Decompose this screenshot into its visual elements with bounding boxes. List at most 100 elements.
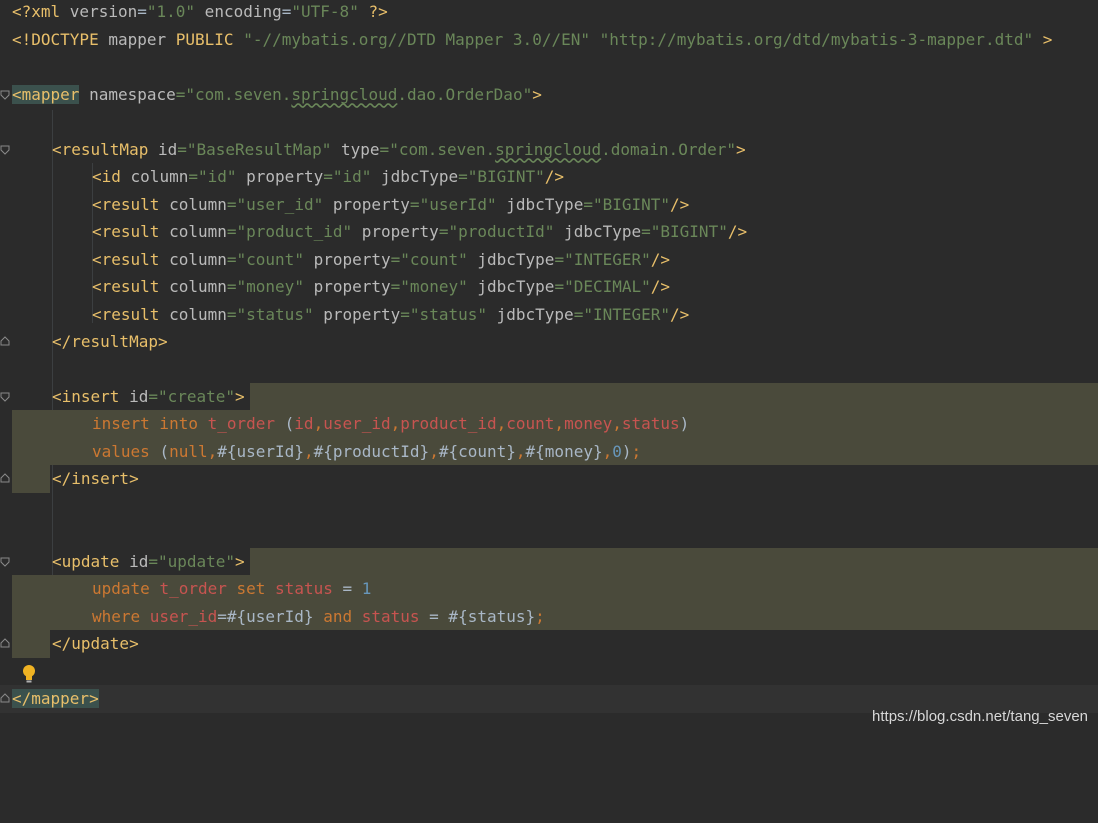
attr-jdbctype: jdbcType [486,304,574,324]
value-encoding: "UTF-8" [291,2,359,21]
equals: = [148,551,158,571]
code-line-17[interactable]: values (null,#{userId},#{productId},#{co… [0,437,1098,465]
equals: = [148,386,158,406]
sql-keyword: and [323,606,362,626]
number: 1 [361,579,372,598]
code-line-11[interactable]: <result column="money" property="money" … [0,273,1098,301]
value-property: "userId" [419,194,497,214]
param: #{userId} [217,441,304,461]
equals: = [573,304,584,324]
equals: = [188,167,198,186]
fold-icon[interactable] [0,392,10,402]
type-value: .domain.Order" [601,139,736,159]
code-line-1[interactable]: <?xml version="1.0" encoding="UTF-8" ?> [0,0,1098,26]
attr-encoding: encoding [195,2,282,21]
code-line-18[interactable]: </insert> [0,465,1098,493]
equals: = [226,222,237,241]
equals: = [379,139,390,159]
code-line-23[interactable]: where user_id=#{userId} and status = #{s… [0,602,1098,630]
code-line-13[interactable]: </resultMap> [0,328,1098,356]
tag-close: > [735,139,746,159]
attr-column: column [159,249,227,269]
equals: = [409,194,420,214]
attr-id: id [119,386,149,406]
attr-version: version [69,2,138,21]
injected-sql-highlight [250,382,1098,410]
code-line-7[interactable]: <id column="id" property="id" jdbcType="… [0,163,1098,191]
code-line-24[interactable]: </update> [0,630,1098,658]
result-tag: <result [92,304,160,324]
sql-keyword: values [92,441,160,461]
mapper-open-tag: <mapper [12,84,80,104]
fold-icon[interactable] [0,145,10,155]
attr-jdbctype: jdbcType [554,222,642,241]
doctype-public-id: "-//mybatis.org//DTD Mapper 3.0//EN" [243,29,590,49]
doctype-public: PUBLIC [175,29,244,49]
value-id: "BaseResultMap" [186,139,332,159]
paren: ( [159,441,170,461]
code-line-4[interactable]: <mapper namespace="com.seven.springcloud… [0,81,1098,109]
insert-close-tag: </insert> [52,469,139,488]
attr-jdbctype: jdbcType [467,277,555,296]
code-line-21[interactable]: <update id="update"> [0,547,1098,575]
equals: = [554,249,565,269]
doctype-close: > [1033,29,1053,49]
sql-column: user_id [149,606,218,626]
tag-close: > [235,551,245,571]
resultmap-open-tag: <resultMap [52,139,149,159]
sql-column: product_id [400,414,497,433]
attr-jdbctype: jdbcType [496,194,584,214]
code-line-6[interactable]: <resultMap id="BaseResultMap" type="com.… [0,136,1098,164]
code-line-2[interactable]: <!DOCTYPE mapper PUBLIC "-//mybatis.org/… [0,26,1098,54]
equals: = [554,277,565,296]
code-line-8[interactable]: <result column="user_id" property="userI… [0,191,1098,219]
param: #{money} [525,441,603,461]
semicolon: ; [535,606,545,626]
comma: , [554,414,565,433]
code-line-16[interactable]: insert into t_order (id,user_id,product_… [0,410,1098,438]
result-tag: <result [92,222,160,241]
fold-icon[interactable] [0,90,10,100]
fold-end-icon[interactable] [0,473,10,483]
sql-column: status [621,414,680,433]
attr-property: property [313,304,401,324]
tag-close: > [532,84,542,104]
update-close-tag: </update> [52,634,139,653]
update-open-tag: <update [52,551,120,571]
equals: = [438,222,449,241]
tag-self-close: /> [727,222,748,241]
fold-end-icon[interactable] [0,693,10,703]
id-tag: <id [92,167,121,186]
code-line-10[interactable]: <result column="count" property="count" … [0,246,1098,274]
code-line-22[interactable]: update t_order set status = 1 [0,575,1098,603]
fold-end-icon[interactable] [0,638,10,648]
insert-open-tag: <insert [52,386,120,406]
code-line-9[interactable]: <result column="product_id" property="pr… [0,218,1098,246]
value-property: "id" [332,167,372,186]
value-property: "status" [409,304,487,324]
value-column: "product_id" [236,222,353,241]
param: #{count} [438,441,516,461]
fold-end-icon[interactable] [0,336,10,346]
code-editor[interactable]: <?xml version="1.0" encoding="UTF-8" ?> … [0,0,1098,735]
tag-self-close: /> [670,304,690,324]
value-column: "money" [236,277,304,296]
xml-declaration-open: <?xml [12,2,70,21]
tag-self-close: /> [544,167,565,186]
sql-column: money [564,414,613,433]
equals: = [390,277,401,296]
fold-icon[interactable] [0,557,10,567]
param: #{productId} [313,441,430,461]
attr-column: column [120,167,189,186]
code-line-12[interactable]: <result column="status" property="status… [0,301,1098,329]
equals: = [281,2,292,21]
code-line-15[interactable]: <insert id="create"> [0,382,1098,410]
value-property: "count" [400,249,468,269]
lightbulb-icon[interactable] [21,664,37,684]
comma: , [390,414,401,433]
semicolon: ; [631,441,642,461]
operator: = [332,579,362,598]
comma: , [612,414,622,433]
tag-self-close: /> [650,249,671,269]
equals: = [226,304,237,324]
